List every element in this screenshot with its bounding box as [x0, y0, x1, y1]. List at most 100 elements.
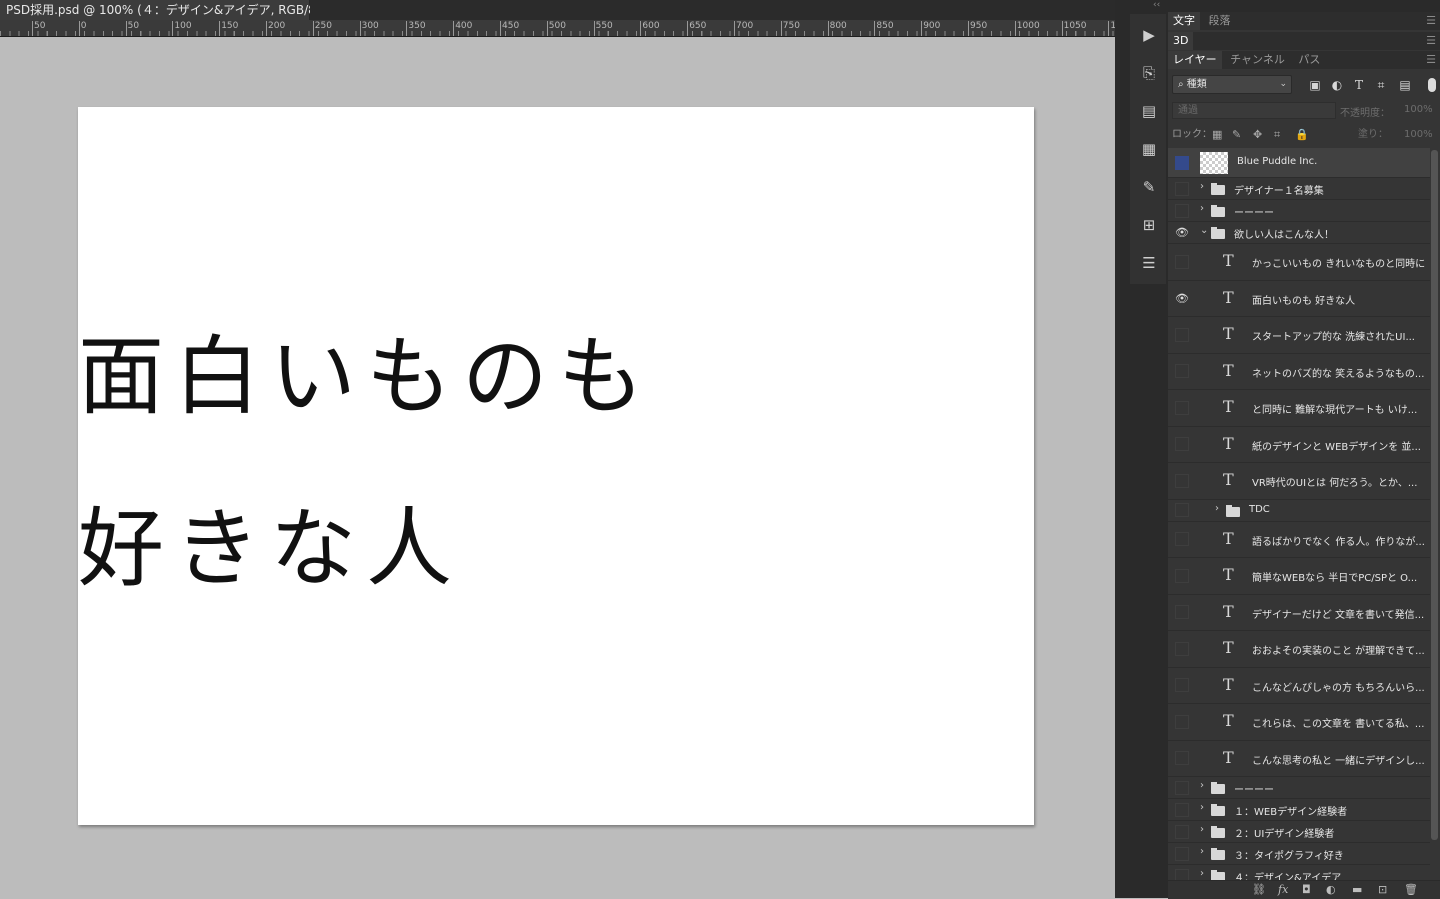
layer-row[interactable]: › デザイナー１名募集: [1168, 178, 1430, 200]
libraries-icon[interactable]: ▤: [1131, 96, 1167, 126]
visibility-toggle[interactable]: [1174, 244, 1190, 280]
visibility-toggle[interactable]: [1174, 821, 1190, 842]
layer-row[interactable]: T ネットのバズ的な 笑えるようなもの...: [1168, 353, 1430, 390]
visibility-toggle[interactable]: [1174, 777, 1190, 798]
visibility-toggle[interactable]: [1174, 741, 1190, 777]
visibility-toggle[interactable]: [1174, 354, 1190, 390]
layer-row[interactable]: T 簡単なWEBなら 半日でPC/SPと O...: [1168, 558, 1430, 595]
canvas-text-line-2[interactable]: 好きな人: [78, 499, 462, 599]
layers-list[interactable]: Blue Puddle Inc. › デザイナー１名募集 › ーーーー 👁 ⌄ 欲しい人はこん…: [1168, 148, 1430, 880]
tab-paragraph[interactable]: 段落: [1204, 12, 1236, 30]
chevron-right-icon[interactable]: ›: [1215, 503, 1219, 514]
visibility-toggle[interactable]: [1174, 631, 1190, 667]
panel-menu-icon[interactable]: ☰: [1426, 12, 1436, 30]
kind-filter-select[interactable]: ⌕ 種類 ⌄: [1172, 75, 1292, 94]
layer-row[interactable]: 👁 T 面白いものも 好きな人: [1168, 280, 1430, 317]
layer-row[interactable]: › ３：タイポグラフィ好き: [1168, 843, 1430, 865]
fx-icon[interactable]: fx: [1278, 883, 1288, 896]
lock-position-icon[interactable]: ✥: [1253, 125, 1262, 145]
chevron-right-icon[interactable]: ›: [1200, 203, 1204, 214]
layer-row[interactable]: T 語るばかりでなく 作る人。作りなが...: [1168, 521, 1430, 558]
chevron-right-icon[interactable]: ›: [1200, 780, 1204, 791]
visibility-toggle[interactable]: [1174, 148, 1190, 177]
visibility-toggle[interactable]: [1174, 463, 1190, 499]
visibility-toggle[interactable]: [1174, 390, 1190, 426]
layer-row[interactable]: 👁 ⌄ 欲しい人はこんな人！: [1168, 222, 1430, 244]
layer-row[interactable]: T これらは、この文章を 書いてる私、...: [1168, 704, 1430, 741]
mask-icon[interactable]: ◘: [1302, 883, 1311, 896]
shape-filter-icon[interactable]: ⌗: [1372, 76, 1390, 94]
panel-menu-icon[interactable]: ☰: [1426, 51, 1436, 69]
tab-paths[interactable]: パス: [1293, 51, 1325, 69]
histogram-icon[interactable]: ▦: [1131, 134, 1167, 164]
lock-artboard-icon[interactable]: ⌗: [1274, 125, 1280, 145]
visibility-toggle[interactable]: [1174, 427, 1190, 463]
visibility-toggle[interactable]: [1174, 799, 1190, 820]
canvas-area[interactable]: 面白いものも 好きな人: [0, 37, 1115, 898]
collapse-arrows-icon[interactable]: ‹‹: [1153, 0, 1160, 10]
layer-row[interactable]: T こんなどんぴしゃの方 もちろんいら...: [1168, 667, 1430, 704]
layer-row[interactable]: › １：WEBデザイン経験者: [1168, 799, 1430, 821]
brush-icon[interactable]: ✎: [1131, 172, 1167, 202]
visibility-toggle[interactable]: [1174, 317, 1190, 353]
smart-object-filter-icon[interactable]: ▤: [1396, 76, 1414, 94]
chevron-right-icon[interactable]: ›: [1200, 868, 1204, 879]
visibility-toggle[interactable]: [1174, 843, 1190, 864]
visibility-toggle[interactable]: [1174, 865, 1190, 880]
layer-row[interactable]: › ーーーー: [1168, 777, 1430, 799]
tab-character[interactable]: 文字: [1168, 12, 1200, 30]
history-icon[interactable]: ⎘: [1131, 58, 1167, 88]
visibility-toggle[interactable]: [1174, 704, 1190, 740]
visibility-toggle[interactable]: [1174, 595, 1190, 631]
layer-row[interactable]: T こんな思考の私と 一緒にデザインし...: [1168, 740, 1430, 777]
layer-row[interactable]: › ーーーー: [1168, 200, 1430, 222]
adjustment-layer-icon[interactable]: ◐: [1326, 883, 1336, 896]
layer-row[interactable]: T と同時に 難解な現代アートも いけ...: [1168, 390, 1430, 427]
play-icon[interactable]: ▶: [1131, 20, 1167, 50]
fill-value[interactable]: 100%: [1404, 125, 1433, 145]
document-tab[interactable]: PSD採用.psd @ 100% (４：デザイン&アイデア, RGB/8) *: [0, 0, 330, 20]
link-icon[interactable]: ⛓: [1252, 883, 1266, 896]
adjustment-filter-icon[interactable]: ◐: [1328, 76, 1346, 94]
layer-row[interactable]: Blue Puddle Inc.: [1168, 148, 1430, 178]
opacity-value[interactable]: 100%: [1404, 104, 1433, 115]
layer-row[interactable]: T デザイナーだけど 文章を書いて発信...: [1168, 594, 1430, 631]
layer-row[interactable]: T スタートアップ的な 洗練されたUI...: [1168, 317, 1430, 354]
layer-row[interactable]: T 紙のデザインと WEBデザインを 並...: [1168, 426, 1430, 463]
lock-transparency-icon[interactable]: ▦: [1212, 125, 1222, 145]
visibility-toggle[interactable]: [1174, 522, 1190, 558]
layer-row[interactable]: › ４：デザイン&アイデア: [1168, 865, 1430, 880]
layer-row[interactable]: T VR時代のUIとは 何だろう。とか、...: [1168, 463, 1430, 500]
canvas-text-line-1[interactable]: 面白いものも: [78, 327, 654, 427]
layers-scrollbar[interactable]: [1431, 150, 1438, 840]
properties-icon[interactable]: ⊞: [1131, 210, 1167, 240]
panel-menu-icon[interactable]: ☰: [1426, 32, 1436, 50]
tab-3d[interactable]: 3D: [1168, 32, 1194, 50]
new-layer-icon[interactable]: ⊡: [1378, 883, 1387, 896]
lock-all-icon[interactable]: 🔒: [1295, 125, 1309, 145]
chevron-right-icon[interactable]: ›: [1200, 802, 1204, 813]
chevron-down-icon[interactable]: ⌄: [1200, 225, 1208, 236]
adjustments-icon[interactable]: ☰: [1131, 248, 1167, 278]
layer-row[interactable]: T かっこいいもの きれいなものと同時に: [1168, 244, 1430, 281]
visibility-toggle[interactable]: [1174, 178, 1190, 199]
trash-icon[interactable]: 🗑: [1404, 883, 1418, 896]
tab-layers[interactable]: レイヤー: [1168, 51, 1222, 69]
eye-icon[interactable]: 👁: [1174, 222, 1190, 243]
pixel-filter-icon[interactable]: ▣: [1306, 76, 1324, 94]
lock-image-icon[interactable]: ✎: [1232, 125, 1241, 145]
artboard[interactable]: 面白いものも 好きな人: [78, 107, 1034, 825]
visibility-toggle[interactable]: [1174, 668, 1190, 704]
layer-row[interactable]: T おおよその実装のこと が理解できて...: [1168, 631, 1430, 668]
filter-toggle[interactable]: [1428, 78, 1436, 92]
visibility-toggle[interactable]: [1174, 558, 1190, 594]
visibility-toggle[interactable]: [1174, 200, 1190, 221]
layer-row[interactable]: › TDC: [1168, 499, 1430, 522]
tab-channels[interactable]: チャンネル: [1225, 51, 1290, 69]
new-group-icon[interactable]: ▬: [1352, 883, 1362, 896]
type-filter-icon[interactable]: T: [1350, 76, 1368, 94]
chevron-right-icon[interactable]: ›: [1200, 824, 1204, 835]
chevron-right-icon[interactable]: ›: [1200, 846, 1204, 857]
chevron-right-icon[interactable]: ›: [1200, 181, 1204, 192]
eye-icon[interactable]: 👁: [1174, 281, 1190, 317]
